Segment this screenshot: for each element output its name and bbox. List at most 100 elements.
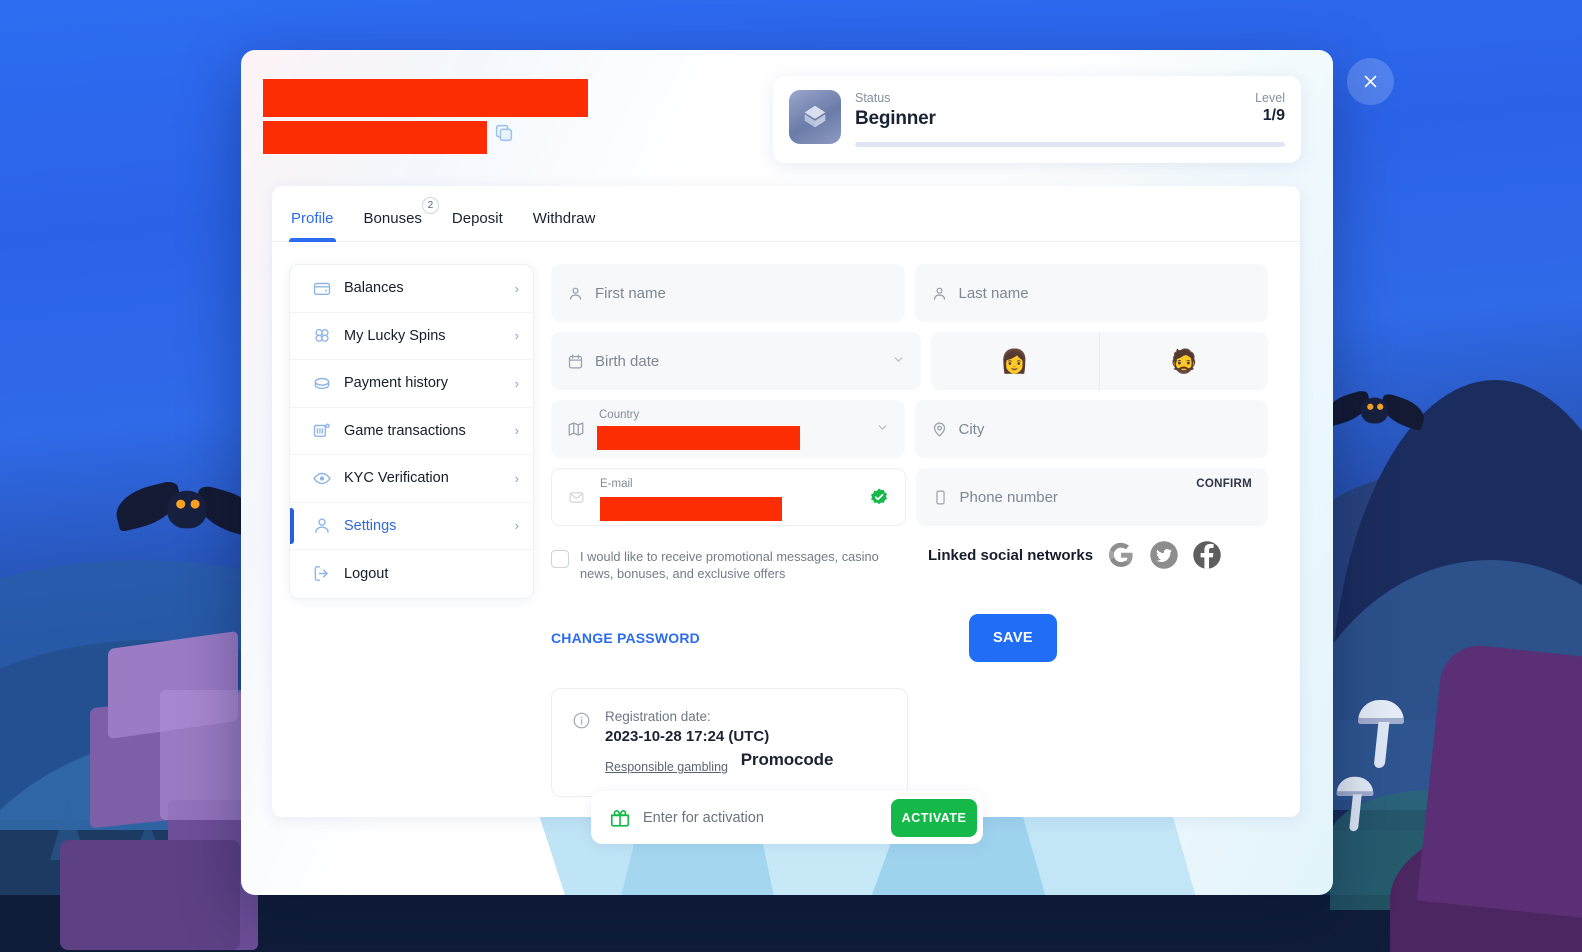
status-value: Beginner bbox=[855, 108, 936, 129]
city-placeholder: City bbox=[958, 420, 985, 438]
sidebar-item-kyc-verification[interactable]: KYC Verification › bbox=[290, 455, 533, 503]
verified-badge-icon bbox=[869, 487, 889, 507]
level-label: Level bbox=[1255, 91, 1285, 105]
slot-icon bbox=[312, 420, 332, 441]
sidebar-item-balances[interactable]: Balances › bbox=[290, 265, 533, 313]
save-button[interactable]: SAVE bbox=[968, 614, 1057, 662]
level-value: 1/9 bbox=[1262, 107, 1285, 124]
twitter-icon[interactable] bbox=[1149, 540, 1179, 570]
tab-withdraw-label: Withdraw bbox=[532, 210, 596, 227]
profile-body: Balances › My Lucky Spins › Payment hist… bbox=[272, 242, 1300, 797]
sidebar-item-my-lucky-spins[interactable]: My Lucky Spins › bbox=[290, 313, 533, 360]
sidebar-label: My Lucky Spins bbox=[344, 327, 446, 344]
bg-mushroom bbox=[1336, 776, 1374, 832]
profile-form: First name Last name Birth date 👩 🧔 Coun… bbox=[551, 264, 1268, 797]
wallet-icon bbox=[312, 278, 332, 299]
first-name-field[interactable]: First name bbox=[551, 264, 905, 322]
promocode-input[interactable] bbox=[643, 809, 879, 826]
tab-bonuses-label: Bonuses bbox=[363, 210, 422, 227]
chevron-down-icon bbox=[876, 421, 889, 437]
person-icon bbox=[312, 515, 332, 536]
coin-icon bbox=[312, 373, 332, 394]
envelope-icon bbox=[568, 489, 585, 506]
close-button[interactable] bbox=[1347, 58, 1394, 105]
tab-profile-label: Profile bbox=[291, 210, 334, 227]
person-icon bbox=[567, 285, 584, 302]
promo-consent-label: I would like to receive promotional mess… bbox=[580, 549, 879, 581]
clover-icon bbox=[312, 325, 332, 346]
chevron-right-icon: › bbox=[514, 328, 519, 344]
sidebar-item-game-transactions[interactable]: Game transactions › bbox=[290, 408, 533, 455]
info-icon bbox=[572, 711, 591, 730]
tab-bar: Profile Bonuses 2 Deposit Withdraw bbox=[272, 186, 1300, 242]
sidebar-item-logout[interactable]: Logout bbox=[290, 550, 533, 598]
promocode-bar: ACTIVATE bbox=[591, 791, 983, 844]
promo-consent-checkbox[interactable] bbox=[551, 550, 569, 568]
birth-date-placeholder: Birth date bbox=[595, 352, 660, 370]
gender-female-option[interactable]: 👩 bbox=[931, 332, 1099, 390]
promo-consent-row: I would like to receive promotional mess… bbox=[551, 548, 900, 582]
tab-bonuses[interactable]: Bonuses 2 bbox=[362, 197, 439, 241]
status-details: Status Beginner Level 1/9 bbox=[855, 90, 1285, 147]
tab-profile[interactable]: Profile bbox=[289, 206, 336, 242]
email-field[interactable]: E-mail bbox=[551, 468, 906, 526]
consent-social-row: I would like to receive promotional mess… bbox=[551, 536, 1268, 582]
chevron-right-icon: › bbox=[514, 470, 519, 486]
country-label: Country bbox=[599, 409, 640, 421]
user-identity-block bbox=[263, 72, 588, 154]
sidebar-label: Settings bbox=[344, 517, 397, 534]
logout-icon bbox=[312, 563, 332, 584]
level-progress-bar bbox=[855, 142, 1285, 147]
nickname-redacted bbox=[263, 79, 588, 117]
close-icon bbox=[1364, 75, 1377, 88]
confirm-phone-button[interactable]: CONFIRM bbox=[1196, 478, 1252, 490]
country-city-row: Country City bbox=[551, 400, 1268, 458]
last-name-field[interactable]: Last name bbox=[914, 264, 1268, 322]
activate-promocode-button[interactable]: ACTIVATE bbox=[891, 798, 977, 837]
bg-rock bbox=[60, 840, 240, 950]
status-label: Status bbox=[855, 91, 891, 105]
gender-male-option[interactable]: 🧔 bbox=[1098, 332, 1268, 390]
email-phone-row: E-mail Phone number CONFIRM bbox=[551, 468, 1268, 526]
sidebar-label: Game transactions bbox=[344, 422, 466, 439]
google-icon[interactable] bbox=[1106, 540, 1136, 570]
change-password-button[interactable]: CHANGE PASSWORD bbox=[551, 630, 700, 646]
tab-bonuses-badge: 2 bbox=[421, 197, 439, 214]
user-id-row bbox=[263, 121, 588, 154]
sidebar-item-payment-history[interactable]: Payment history › bbox=[290, 360, 533, 408]
phone-field[interactable]: Phone number CONFIRM bbox=[915, 468, 1268, 526]
country-field[interactable]: Country bbox=[551, 400, 905, 458]
tab-withdraw[interactable]: Withdraw bbox=[531, 206, 598, 241]
save-button-wrapper: SAVE bbox=[700, 614, 1057, 662]
facebook-icon[interactable] bbox=[1192, 540, 1222, 570]
sidebar-item-settings[interactable]: Settings › bbox=[290, 503, 533, 550]
person-icon bbox=[931, 285, 948, 302]
copy-icon[interactable] bbox=[493, 122, 515, 149]
tab-deposit[interactable]: Deposit bbox=[450, 206, 505, 241]
linked-social-networks: Linked social networks bbox=[928, 540, 1222, 570]
status-badge-icon bbox=[789, 90, 841, 144]
registration-date-value: 2023-10-28 17:24 (UTC) bbox=[605, 728, 770, 745]
gift-icon bbox=[609, 807, 631, 829]
female-emoji-icon: 👩 bbox=[1000, 347, 1029, 374]
chevron-right-icon: › bbox=[514, 375, 519, 391]
user-id-redacted bbox=[263, 121, 487, 154]
phone-placeholder: Phone number bbox=[959, 488, 1058, 506]
male-emoji-icon: 🧔 bbox=[1169, 347, 1199, 374]
sidebar-label: Logout bbox=[344, 565, 389, 582]
sidebar-label: Balances bbox=[344, 280, 404, 297]
profile-sidebar: Balances › My Lucky Spins › Payment hist… bbox=[289, 264, 534, 599]
sidebar-label: Payment history bbox=[344, 375, 448, 392]
calendar-icon bbox=[567, 353, 584, 370]
city-field[interactable]: City bbox=[914, 400, 1268, 458]
birth-date-field[interactable]: Birth date bbox=[551, 332, 921, 390]
sidebar-label: KYC Verification bbox=[344, 470, 449, 487]
last-name-placeholder: Last name bbox=[958, 284, 1029, 302]
bg-mushroom bbox=[1358, 700, 1404, 768]
tab-deposit-label: Deposit bbox=[451, 210, 503, 227]
chevron-down-icon bbox=[892, 353, 905, 369]
location-pin-icon bbox=[931, 421, 948, 438]
phone-icon bbox=[932, 489, 949, 506]
form-actions: CHANGE PASSWORD SAVE bbox=[551, 614, 1268, 662]
registration-date-label: Registration date: bbox=[605, 709, 711, 724]
